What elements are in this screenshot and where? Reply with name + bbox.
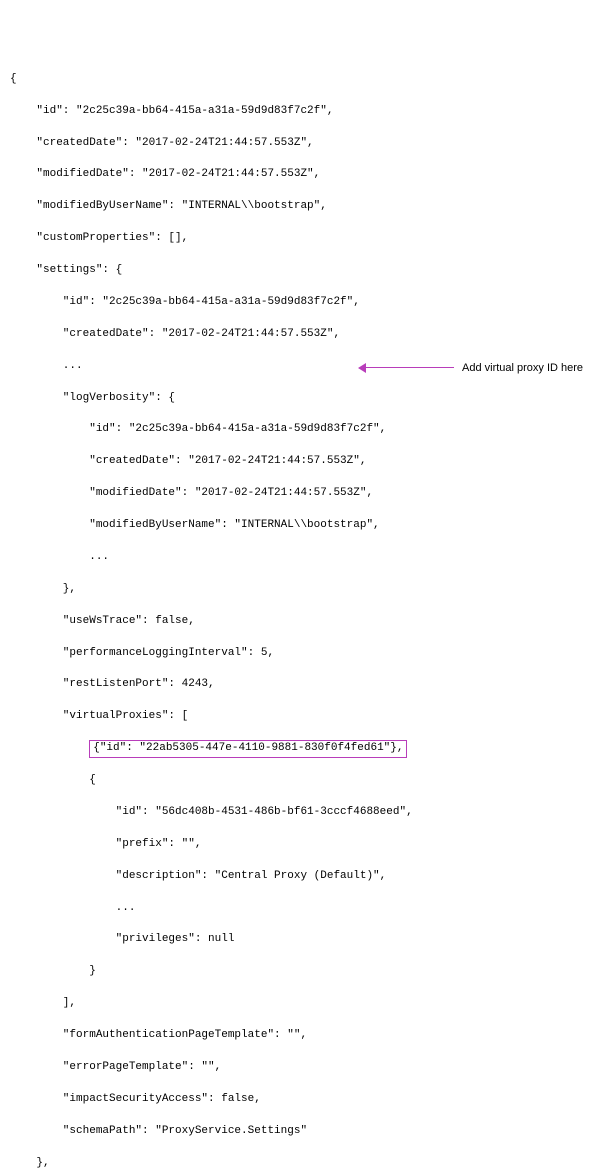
code-line: "modifiedByUserName": "INTERNAL\\bootstr… bbox=[10, 518, 600, 534]
callout-label: Add virtual proxy ID here bbox=[462, 361, 583, 377]
code-line: "id": "2c25c39a-bb64-415a-a31a-59d9d83f7… bbox=[10, 422, 600, 438]
code-line: "impactSecurityAccess": false, bbox=[10, 1092, 600, 1108]
code-line: { bbox=[10, 72, 600, 88]
code-line: { bbox=[10, 773, 600, 789]
code-line: "modifiedDate": "2017-02-24T21:44:57.553… bbox=[10, 167, 600, 183]
code-line: "customProperties": [], bbox=[10, 231, 600, 247]
code-line: ], bbox=[10, 996, 600, 1012]
code-line: } bbox=[10, 964, 600, 980]
indent bbox=[10, 742, 89, 754]
code-line: "id": "2c25c39a-bb64-415a-a31a-59d9d83f7… bbox=[10, 295, 600, 311]
code-line: "id": "2c25c39a-bb64-415a-a31a-59d9d83f7… bbox=[10, 104, 600, 120]
code-line: "createdDate": "2017-02-24T21:44:57.553Z… bbox=[10, 136, 600, 152]
code-line: "privileges": null bbox=[10, 932, 600, 948]
code-line: "prefix": "", bbox=[10, 837, 600, 853]
code-line: "errorPageTemplate": "", bbox=[10, 1060, 600, 1076]
code-line: ... bbox=[10, 550, 600, 566]
code-line: "restListenPort": 4243, bbox=[10, 677, 600, 693]
code-line: "schemaPath": "ProxyService.Settings" bbox=[10, 1124, 600, 1140]
code-line: }, bbox=[10, 1156, 600, 1172]
virtual-proxy-id-insertion: {"id": "22ab5305-447e-4110-9881-830f0f4f… bbox=[89, 740, 407, 758]
code-line: }, bbox=[10, 582, 600, 598]
code-annotation-figure: { "id": "2c25c39a-bb64-415a-a31a-59d9d83… bbox=[10, 56, 600, 643]
code-line: "description": "Central Proxy (Default)"… bbox=[10, 869, 600, 885]
code-line: "logVerbosity": { bbox=[10, 391, 600, 407]
callout-arrowhead-icon bbox=[358, 363, 366, 373]
code-line: "modifiedDate": "2017-02-24T21:44:57.553… bbox=[10, 486, 600, 502]
code-line: "id": "56dc408b-4531-486b-bf61-3cccf4688… bbox=[10, 805, 600, 821]
code-line: "virtualProxies": [ bbox=[10, 709, 600, 725]
code-line: "formAuthenticationPageTemplate": "", bbox=[10, 1028, 600, 1044]
code-line: "settings": { bbox=[10, 263, 600, 279]
code-line: ... bbox=[10, 901, 600, 917]
code-line: "performanceLoggingInterval": 5, bbox=[10, 646, 600, 662]
highlighted-line: {"id": "22ab5305-447e-4110-9881-830f0f4f… bbox=[10, 741, 600, 757]
code-line: "useWsTrace": false, bbox=[10, 614, 600, 630]
code-line: "createdDate": "2017-02-24T21:44:57.553Z… bbox=[10, 454, 600, 470]
code-line: "createdDate": "2017-02-24T21:44:57.553Z… bbox=[10, 327, 600, 343]
code-line: "modifiedByUserName": "INTERNAL\\bootstr… bbox=[10, 199, 600, 215]
callout-arrow-line bbox=[363, 367, 454, 369]
